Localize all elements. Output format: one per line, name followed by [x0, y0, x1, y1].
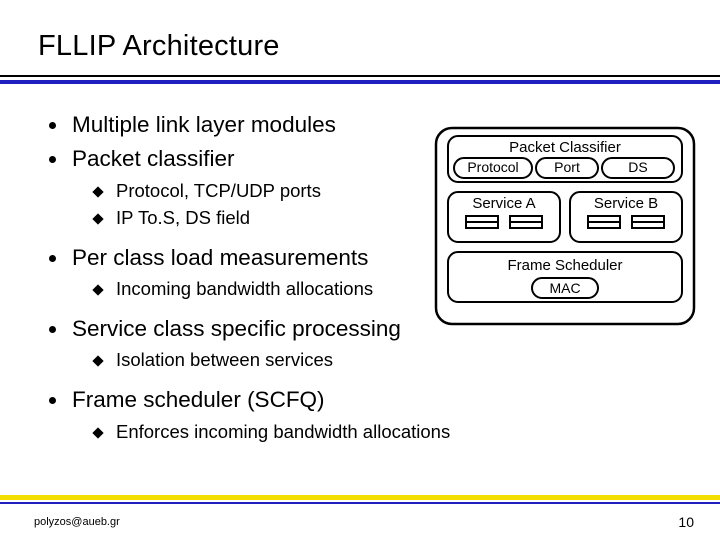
diagram-label: Packet Classifier: [509, 139, 621, 156]
diagram-label: MAC: [549, 280, 580, 296]
slide-title: FLLIP Architecture: [38, 30, 720, 63]
bullet-text: Packet classifier: [72, 146, 235, 171]
architecture-diagram: Packet Classifier Protocol Port DS Servi…: [434, 126, 696, 326]
bullet-text: Per class load measurements: [72, 245, 368, 270]
sub-item: Enforces incoming bandwidth allocations: [72, 420, 720, 447]
bullet-text: Service class specific processing: [72, 316, 401, 341]
diagram-label: Frame Scheduler: [507, 257, 622, 274]
bullet-item: Frame scheduler (SCFQ) Enforces incoming…: [46, 385, 720, 456]
diagram-label: Protocol: [467, 159, 518, 175]
diagram-label: DS: [628, 159, 647, 175]
bullet-text: Frame scheduler (SCFQ): [72, 387, 325, 412]
bullet-text: Multiple link layer modules: [72, 112, 336, 137]
diagram-label: Service B: [594, 195, 658, 212]
diagram-label: Service A: [472, 195, 535, 212]
title-rule: [0, 75, 720, 84]
footer-rule: [0, 495, 720, 504]
sub-text: Incoming bandwidth allocations: [116, 278, 373, 299]
sub-text: Isolation between services: [116, 349, 333, 370]
slide: FLLIP Architecture Multiple link layer m…: [0, 0, 720, 540]
page-number: 10: [678, 514, 694, 530]
diagram-label: Port: [554, 159, 580, 175]
title-area: FLLIP Architecture: [0, 0, 720, 69]
footer-email: polyzos@aueb.gr: [34, 516, 120, 528]
sub-list: Isolation between services: [72, 344, 720, 381]
sub-item: Isolation between services: [72, 348, 720, 375]
sub-list: Enforces incoming bandwidth allocations: [72, 416, 720, 453]
sub-text: Enforces incoming bandwidth allocations: [116, 421, 450, 442]
sub-text: IP To.S, DS field: [116, 207, 250, 228]
sub-text: Protocol, TCP/UDP ports: [116, 180, 321, 201]
